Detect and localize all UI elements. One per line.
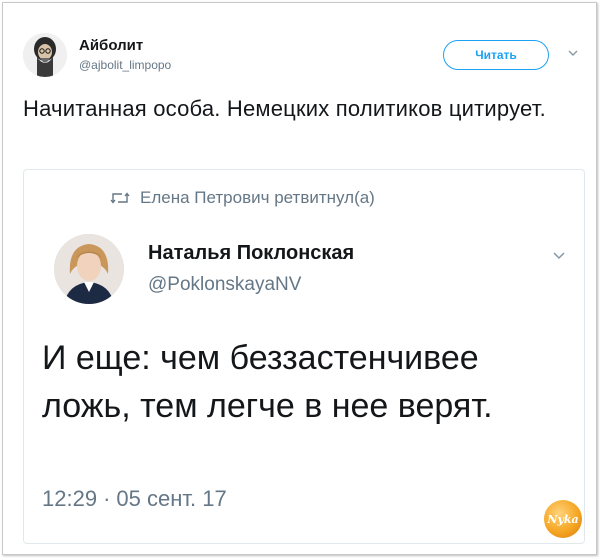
- follow-button[interactable]: Читать: [443, 40, 549, 70]
- chevron-down-icon[interactable]: [567, 47, 579, 59]
- tweet-time: 12:29: [42, 486, 98, 511]
- tweet-timestamp[interactable]: 12:29 · 05 сент. 17: [42, 486, 227, 512]
- author-name[interactable]: Айболит: [79, 37, 143, 54]
- retweet-context: Елена Петрович ретвитнул(а): [110, 188, 375, 208]
- chevron-down-icon[interactable]: [552, 248, 566, 262]
- avatar-image-icon: [54, 234, 124, 304]
- tweet-text: Начитанная особа. Немецких политиков цит…: [23, 96, 546, 121]
- author-handle[interactable]: @ajbolit_limpopo: [79, 58, 171, 72]
- author-avatar[interactable]: [23, 33, 67, 77]
- quoted-tweet-text: И еще: чем беззастенчивее ложь, тем легч…: [42, 339, 493, 425]
- retweet-icon: [110, 192, 130, 204]
- quoted-author-name[interactable]: Наталья Поклонская: [148, 242, 354, 265]
- tweet-card: Айболит @ajbolit_limpopo Читать Начитанн…: [2, 2, 597, 555]
- avatar-image-icon: [23, 33, 67, 77]
- timestamp-separator: ·: [103, 486, 111, 511]
- quoted-tweet[interactable]: Елена Петрович ретвитнул(а) Наталья Покл…: [23, 169, 585, 544]
- quoted-author-avatar[interactable]: [54, 234, 124, 304]
- quoted-author-handle[interactable]: @PoklonskayaNV: [148, 274, 301, 296]
- watermark-logo: Nyka: [544, 500, 582, 538]
- tweet-date: 05 сент. 17: [116, 486, 227, 511]
- watermark-text: Nyka: [547, 512, 579, 526]
- retweeted-by-label[interactable]: Елена Петрович ретвитнул(а): [140, 188, 375, 208]
